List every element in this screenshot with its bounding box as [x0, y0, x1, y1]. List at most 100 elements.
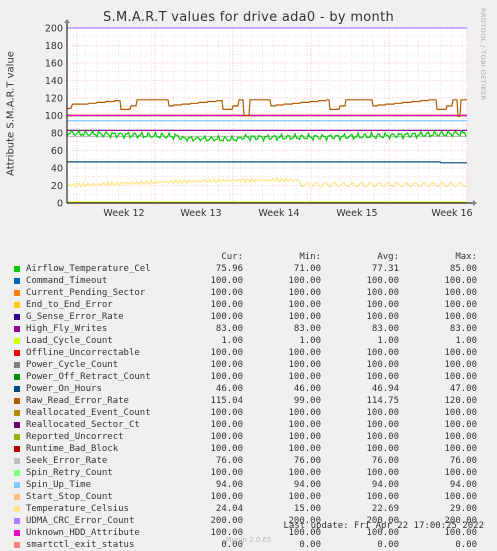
series-name: Command_Timeout	[26, 276, 108, 286]
series-name: Reallocated_Event_Count	[26, 408, 151, 418]
legend-row: Reallocated_Event_Count 100.00 100.00 100.0…	[0, 407, 497, 419]
legend-swatch	[14, 458, 20, 464]
legend-swatch	[14, 350, 20, 356]
series-max: 100.00	[444, 372, 477, 382]
munin-version: Munin 2.0.65	[225, 536, 272, 544]
series-max: 100.00	[444, 276, 477, 286]
series-name: Reallocated_Sector_Ct	[26, 420, 140, 430]
series-max: 100.00	[444, 420, 477, 430]
series-avg: 100.00	[366, 468, 399, 478]
legend-row: Reallocated_Sector_Ct 100.00 100.00 100.00 1…	[0, 419, 497, 431]
series-max: 83.00	[449, 324, 477, 334]
series-max: 85.00	[449, 264, 477, 274]
series-avg: 100.00	[366, 420, 399, 430]
series-max: 29.00	[449, 504, 477, 514]
series-cur: 100.00	[210, 276, 243, 286]
series-avg: 94.00	[371, 480, 399, 490]
legend-header-min: Min:	[299, 252, 321, 262]
series-avg: 22.69	[371, 504, 399, 514]
legend-swatch	[14, 494, 20, 500]
legend-swatch	[14, 386, 20, 392]
series-name: Load_Cycle_Count	[26, 336, 113, 346]
series-min: 94.00	[293, 480, 321, 490]
legend-row: Current_Pending_Sector 100.00 100.00 100.00…	[0, 287, 497, 299]
series-min: 83.00	[293, 324, 321, 334]
series-max: 100.00	[444, 492, 477, 502]
series-cur: 94.00	[215, 480, 243, 490]
series-avg: 100.00	[366, 312, 399, 322]
series-name: End_to_End_Error	[26, 300, 113, 310]
legend-row: Spin_Retry_Count 100.00 100.00 100.00 100.00	[0, 467, 497, 479]
legend-row: Temperature_Celsius 24.04 15.00 22.69 29.00	[0, 503, 497, 515]
series-cur: 100.00	[210, 348, 243, 358]
y-tick-label: 0	[57, 199, 63, 210]
y-tick-label: 80	[51, 129, 63, 140]
series-min: 100.00	[288, 276, 321, 286]
series-avg: 100.00	[366, 408, 399, 418]
legend-swatch	[14, 506, 20, 512]
legend-swatch	[14, 314, 20, 320]
series-cur: 100.00	[210, 312, 243, 322]
y-tick-label: 120	[45, 94, 63, 105]
legend-swatch	[14, 326, 20, 332]
legend-swatch	[14, 398, 20, 404]
legend-row: Power_Cycle_Count 100.00 100.00 100.00 100.0…	[0, 359, 497, 371]
legend-row: Seek_Error_Rate 76.00 76.00 76.00 76.00	[0, 455, 497, 467]
series-name: Power_Off_Retract_Count	[26, 372, 151, 382]
series-max: 100.00	[444, 300, 477, 310]
series-name: Current_Pending_Sector	[26, 288, 146, 298]
legend-swatch	[14, 374, 20, 380]
series-cur: 100.00	[210, 288, 243, 298]
series-name: Raw_Read_Error_Rate	[26, 396, 129, 406]
series-min: 1.00	[299, 336, 321, 346]
series-name: Reported_Uncorrect	[26, 432, 124, 442]
y-tick-label: 100	[45, 111, 63, 122]
series-max: 100.00	[444, 444, 477, 454]
series-cur: 76.00	[215, 456, 243, 466]
legend-row: Power_On_Hours 46.00 46.00 46.94 47.00	[0, 383, 497, 395]
series-min: 100.00	[288, 492, 321, 502]
series-min: 100.00	[288, 360, 321, 370]
y-tick-label: 160	[45, 59, 63, 70]
y-tick-label: 180	[45, 41, 63, 52]
series-max: 100.00	[444, 468, 477, 478]
x-tick-label: Week 14	[258, 208, 299, 219]
series-avg: 46.94	[371, 384, 399, 394]
series-max: 94.00	[449, 480, 477, 490]
legend-row: Offline_Uncorrectable 100.00 100.00 100.00 1…	[0, 347, 497, 359]
y-tick-label: 200	[45, 24, 63, 35]
series-name: Airflow_Temperature_Cel	[26, 264, 151, 274]
y-axis-label: Attribute S.M.A.R.T value	[5, 51, 17, 176]
x-tick-label: Week 15	[336, 208, 377, 219]
series-avg: 83.00	[371, 324, 399, 334]
series-avg: 100.00	[366, 492, 399, 502]
series-name: G_Sense_Error_Rate	[26, 312, 124, 322]
x-tick-label: Week 13	[180, 208, 221, 219]
legend-row: High_Fly_Writes 83.00 83.00 83.00 83.00	[0, 323, 497, 335]
legend-header-cur: Cur:	[221, 252, 243, 262]
series-avg: 100.00	[366, 432, 399, 442]
series-min: 100.00	[288, 288, 321, 298]
series-max: 100.00	[444, 288, 477, 298]
legend-row: Spin_Up_Time 94.00 94.00 94.00 94.00	[0, 479, 497, 491]
legend-header-avg: Avg:	[377, 252, 399, 262]
legend-row: End_to_End_Error 100.00 100.00 100.00 100.00	[0, 299, 497, 311]
legend-swatch	[14, 518, 20, 524]
legend-swatch	[14, 482, 20, 488]
series-cur: 100.00	[210, 372, 243, 382]
series-cur: 100.00	[210, 420, 243, 430]
series-name: Power_Cycle_Count	[26, 360, 119, 370]
series-max: 47.00	[449, 384, 477, 394]
series-max: 76.00	[449, 456, 477, 466]
series-min: 100.00	[288, 420, 321, 430]
chart-title: S.M.A.R.T values for drive ada0 - by mon…	[102, 10, 395, 25]
series-max: 100.00	[444, 408, 477, 418]
series-min: 100.00	[288, 348, 321, 358]
series-name: Spin_Up_Time	[26, 480, 92, 490]
series-avg: 1.00	[377, 336, 399, 346]
series-min: 100.00	[288, 468, 321, 478]
series-min: 76.00	[293, 456, 321, 466]
legend-row: Raw_Read_Error_Rate 115.04 99.00 114.75 120.…	[0, 395, 497, 407]
series-max: 100.00	[444, 432, 477, 442]
series-avg: 114.75	[366, 396, 399, 406]
